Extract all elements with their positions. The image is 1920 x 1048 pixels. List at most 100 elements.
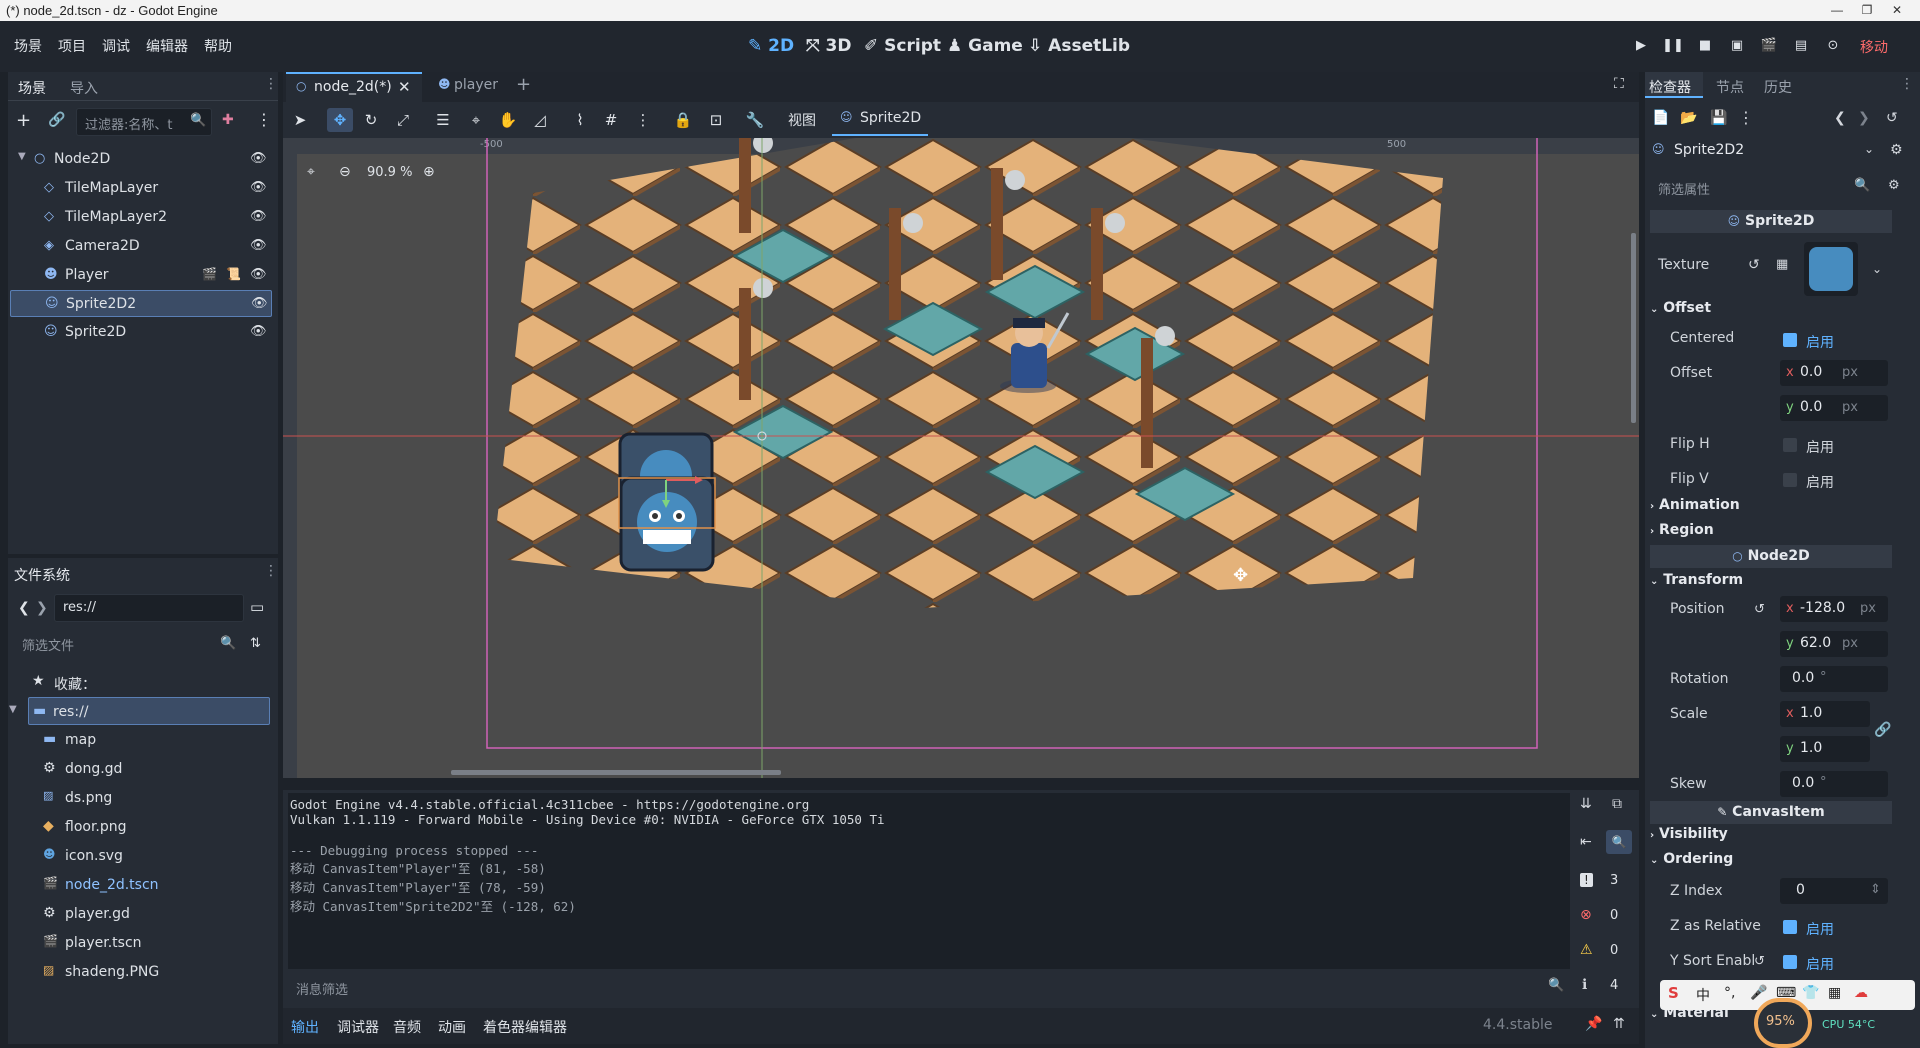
skin-icon[interactable]: 👕 [1802,985,1819,1001]
expand-panel-icon[interactable]: ⇈ [1613,1016,1625,1032]
cloud-icon[interactable]: ☁ [1854,985,1868,1001]
play-scene-icon[interactable]: 🎬 [1758,35,1780,57]
fs-root-row[interactable]: ▼ ▬ res:// [9,697,270,725]
dock-menu-icon[interactable]: ⋮ [264,76,278,92]
tab-node2d[interactable]: ○ node_2d(*) ✕ [286,72,422,102]
path-input[interactable]: res:// [54,594,244,622]
select-tool-icon[interactable]: ➤ [287,108,313,132]
tab-import[interactable]: 导入 [70,78,98,98]
attach-script-icon[interactable]: ✚ [222,112,234,128]
sort-icon[interactable]: ⇅ [250,636,261,651]
minimize-button[interactable]: — [1822,0,1852,21]
tree-node-camera2d[interactable]: ◈ Camera2D 👁 [10,233,272,260]
mic-icon[interactable]: 🎤 [1750,985,1767,1001]
forward-icon[interactable]: ❯ [36,600,48,616]
tab-shader-editor[interactable]: 着色器编辑器 [483,1017,567,1037]
settings-icon[interactable]: ⚙ [1888,178,1900,193]
renderer-select[interactable]: 移动 [1860,37,1888,57]
skeleton-icon[interactable]: 🔧 [742,108,768,132]
texture-thumbnail[interactable] [1804,242,1858,296]
revert-icon[interactable]: ↺ [1754,954,1765,969]
visibility-eye-icon[interactable]: 👁 [250,238,267,253]
tab-inspector[interactable]: 检查器 [1645,72,1703,98]
filter-messages-button[interactable]: ! 3 [1576,870,1632,894]
scale-tool-icon[interactable]: ⤢ [390,108,416,132]
tab-debugger[interactable]: 调试器 [337,1017,379,1037]
menu-editor[interactable]: 编辑器 [146,36,188,56]
fs-item-shadeng-png[interactable]: ▨ shadeng.PNG [10,958,272,986]
split-view-icon[interactable]: ▭ [250,598,264,616]
link-icon[interactable]: 🔗 [1874,722,1891,738]
history-icon[interactable]: ↺ [1886,110,1898,126]
menu-project[interactable]: 项目 [58,36,86,56]
flip-h-checkbox[interactable] [1783,438,1797,452]
pin-icon[interactable]: 📌 [1585,1016,1602,1032]
offset-x-field[interactable]: x 0.0 px [1780,360,1888,386]
view-menu[interactable]: 视图 [788,110,816,130]
section-animation[interactable]: › Animation [1650,497,1892,519]
maximize-button[interactable]: ❐ [1852,0,1882,21]
close-window-button[interactable]: ✕ [1882,0,1912,21]
movie-maker-icon[interactable]: ⊙ [1822,35,1844,57]
tab-output[interactable]: 输出 [291,1017,319,1037]
favorites-row[interactable]: ★ 收藏： [10,668,272,696]
message-filter-input[interactable]: 消息筛选 [288,974,1570,1000]
fs-item-node2d-tscn[interactable]: 🎬 node_2d.tscn [10,871,272,899]
open-folder-icon[interactable]: 📂 [1680,110,1697,126]
fs-item-player-gd[interactable]: ⚙ player.gd [10,900,272,928]
visibility-eye-icon[interactable]: 👁 [250,151,267,166]
visibility-eye-icon[interactable]: 👁 [251,296,268,311]
tab-scene[interactable]: 场景 [18,78,46,98]
script-icon[interactable]: 📜 [226,267,241,281]
new-resource-icon[interactable]: 📄 [1652,110,1669,126]
position-y-field[interactable]: y 62.0 px [1780,631,1888,657]
object-tools-icon[interactable]: ⚙ [1890,142,1903,158]
workspace-2d[interactable]: ✎ 2D [748,36,794,56]
remote-debug-icon[interactable]: ▣ [1726,35,1748,57]
fs-item-ds-png[interactable]: ▨ ds.png [10,784,272,812]
section-offset[interactable]: ⌄ Offset [1650,300,1892,322]
canvas-viewport[interactable]: -500 0 500 ⌖ ⊖ 90.9 % ⊕ [283,138,1639,778]
tree-node-sprite2d[interactable]: ☺ Sprite2D 👁 [10,319,272,346]
section-visibility[interactable]: › Visibility [1650,826,1892,848]
ime-mode[interactable]: 中 [1696,985,1710,1005]
workspace-3d[interactable]: ⤧ 3D [806,36,851,56]
filter-info-button[interactable]: ℹ 4 [1576,975,1632,999]
distraction-free-icon[interactable]: ⛶ [1614,76,1624,92]
more-icon[interactable]: ⋮ [1738,108,1754,127]
move-tool-icon[interactable]: ✥ [327,108,353,132]
fs-item-dong-gd[interactable]: ⚙ dong.gd [10,755,272,783]
offset-y-field[interactable]: y 0.0 px [1780,395,1888,421]
close-icon[interactable]: ✕ [398,78,411,96]
list-select-icon[interactable]: ☰ [430,108,456,132]
dock-menu-icon[interactable]: ⋮ [1900,76,1914,92]
tab-history[interactable]: 历史 [1764,77,1792,97]
add-node-icon[interactable]: + [16,110,31,131]
fs-item-icon-svg[interactable]: ☻ icon.svg [10,842,272,870]
pivot-tool-icon[interactable]: ⌖ [463,108,489,132]
centered-checkbox[interactable] [1783,333,1797,347]
open-scene-icon[interactable]: 🎬 [202,267,217,281]
ruler-tool-icon[interactable]: ◿ [527,108,553,132]
scene-menu-icon[interactable]: ⋮ [256,110,272,129]
link-icon[interactable]: 🔗 [48,112,65,128]
save-icon[interactable]: 💾 [1710,110,1727,126]
rotate-tool-icon[interactable]: ↻ [358,108,384,132]
revert-icon[interactable]: ↺ [1748,257,1760,273]
history-back-icon[interactable]: ❮ [1834,110,1846,126]
dock-menu-icon[interactable]: ⋮ [264,563,278,579]
smart-snap-icon[interactable]: ⌇ [567,108,593,132]
clear-log-icon[interactable]: ⇊ [1580,796,1592,812]
filter-errors-button[interactable]: ⊗ 0 [1576,905,1632,929]
workspace-game[interactable]: ♟ Game [947,36,1023,56]
node-selector[interactable]: ☺ Sprite2D2 ⌄ [1650,138,1896,164]
scale-y-field[interactable]: y 1.0 [1780,736,1870,762]
section-ordering[interactable]: ⌄ Ordering [1650,851,1892,873]
section-transform[interactable]: ⌄ Transform [1650,572,1892,594]
add-tab-icon[interactable]: + [516,74,531,95]
punctuation-icon[interactable]: °, [1724,985,1735,1001]
chevron-down-icon[interactable]: ⌄ [1872,262,1882,276]
y-sort-checkbox[interactable] [1783,955,1797,969]
lock-icon[interactable]: 🔒 [670,108,696,132]
apps-grid-icon[interactable]: ▦ [1828,985,1841,1001]
